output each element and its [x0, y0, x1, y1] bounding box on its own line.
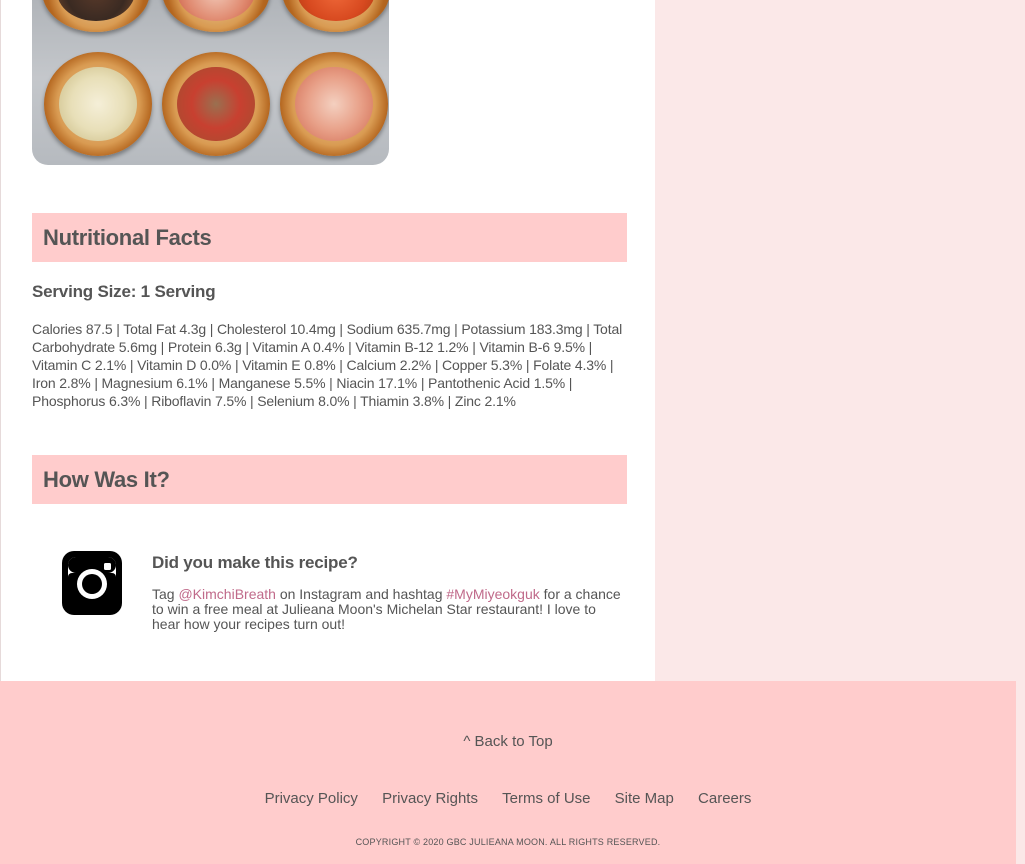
back-to-top: ^ Back to Top [0, 733, 1016, 750]
copyright: COPYRIGHT © 2020 GBC JULIEANA MOON. ALL … [355, 837, 661, 847]
footer-link-site-map[interactable]: Site Map [615, 790, 674, 807]
recipe-photo [32, 0, 389, 165]
serving-size: Serving Size: 1 Serving [32, 282, 216, 301]
feedback-text-mid: on Instagram and hashtag [275, 586, 447, 602]
feedback-text-tag: Tag [152, 586, 179, 602]
feedback-title: Did you make this recipe? [152, 553, 358, 572]
footer-link-terms-of-use[interactable]: Terms of Use [502, 790, 590, 807]
back-to-top-link[interactable]: ^ Back to Top [463, 733, 552, 750]
footer: ^ Back to Top Privacy Policy Privacy Rig… [0, 681, 1016, 864]
instagram-icon[interactable] [62, 551, 122, 615]
page-background-strip [1016, 681, 1025, 864]
sidebar [655, 0, 1025, 681]
feedback-header: How Was It? [32, 455, 627, 504]
footer-link-privacy-rights[interactable]: Privacy Rights [382, 790, 478, 807]
feedback-text: Tag @KimchiBreath on Instagram and hasht… [152, 587, 627, 632]
footer-link-privacy-policy[interactable]: Privacy Policy [265, 790, 358, 807]
feedback-heading: How Was It? [43, 467, 170, 492]
hashtag-link[interactable]: #MyMiyeokguk [446, 586, 539, 602]
nutrition-details: Calories 87.5 | Total Fat 4.3g | Cholest… [32, 321, 623, 409]
nutrition-heading: Nutritional Facts [43, 225, 212, 250]
footer-link-careers[interactable]: Careers [698, 790, 751, 807]
main-content: Nutritional Facts Serving Size: 1 Servin… [0, 0, 655, 681]
footer-links: Privacy Policy Privacy Rights Terms of U… [0, 790, 1016, 807]
page: Nutritional Facts Serving Size: 1 Servin… [0, 0, 1025, 864]
instagram-handle-link[interactable]: @KimchiBreath [178, 586, 275, 602]
nutrition-header: Nutritional Facts [32, 213, 627, 262]
